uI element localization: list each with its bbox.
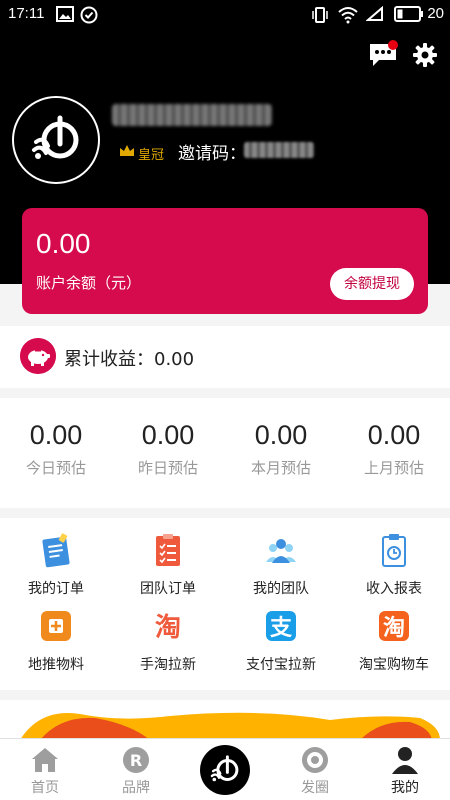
estimate-label: 上月预估 [363, 459, 424, 477]
feature-label: 我的订单 [28, 581, 84, 597]
estimate-label: 今日预估 [25, 459, 86, 477]
app-logo-icon [32, 115, 79, 159]
cumulative-earnings: 累计收益：0.00 [64, 349, 195, 370]
feature-team-orders[interactable]: 团队订单 [112, 528, 224, 606]
estimate-value: 0.00 [254, 420, 308, 450]
profile-icon [392, 747, 418, 774]
taobao-icon: 淘 [155, 613, 181, 643]
estimate-label: 昨日预估 [137, 459, 198, 477]
home-icon [32, 748, 58, 772]
tab-label: 首页 [31, 780, 59, 796]
svg-text:支: 支 [270, 616, 293, 641]
feature-label: 支付宝拉新 [246, 657, 316, 673]
feature-label: 收入报表 [366, 581, 422, 597]
tab-profile[interactable]: 我的 [365, 739, 445, 800]
feature-income-report[interactable]: 收入报表 [338, 528, 450, 606]
feature-grid: 我的订单 团队订单 我的团队 收入报表 地推物料 淘 手淘拉新 支 支付宝拉新 … [0, 518, 450, 690]
team-icon [266, 539, 296, 563]
svg-text:淘: 淘 [155, 613, 181, 643]
promo-banner[interactable] [0, 700, 450, 740]
status-time: 17:11 [8, 5, 45, 22]
balance-amount: 0.00 [36, 228, 91, 259]
wifi-icon [338, 7, 358, 24]
estimate-this-month[interactable]: 0.00 本月预估 [225, 420, 337, 478]
cumulative-earnings-row: 累计收益：0.00 [0, 326, 450, 388]
estimate-last-month[interactable]: 0.00 上月预估 [338, 420, 450, 478]
report-icon [382, 534, 406, 567]
feature-label: 团队订单 [140, 581, 196, 597]
feature-label: 我的团队 [253, 581, 309, 597]
estimate-value: 0.00 [141, 420, 195, 450]
feature-my-team[interactable]: 我的团队 [225, 528, 337, 606]
banner-graphic [20, 712, 440, 740]
app-logo-icon [210, 755, 239, 782]
invite-code-label: 邀请码： [178, 144, 246, 164]
battery-level: 20 [427, 5, 444, 22]
tab-home[interactable]: 首页 [5, 739, 85, 800]
estimate-value: 0.00 [29, 420, 83, 450]
signal-icon [366, 6, 383, 21]
estimate-today[interactable]: 0.00 今日预估 [0, 420, 112, 478]
feature-promo-materials[interactable]: 地推物料 [0, 604, 112, 682]
invite-code-blurred [244, 142, 314, 158]
estimate-value: 0.00 [367, 420, 421, 450]
estimate-yesterday[interactable]: 0.00 昨日预估 [112, 420, 224, 478]
crown-icon [120, 145, 134, 156]
tab-brand[interactable]: R 品牌 [96, 739, 176, 800]
battery-icon [394, 6, 423, 22]
notification-dot [388, 40, 398, 50]
svg-text:R: R [130, 751, 142, 770]
estimates-panel: 0.00 今日预估 0.00 昨日预估 0.00 本月预估 0.00 上月预估 [0, 398, 450, 508]
tab-label: 品牌 [122, 780, 150, 796]
avatar[interactable] [12, 96, 100, 184]
gear-icon[interactable] [412, 42, 438, 68]
moments-icon [302, 747, 328, 773]
cart-icon: 淘 [379, 611, 409, 641]
material-icon [41, 611, 71, 641]
feature-label: 手淘拉新 [140, 657, 196, 673]
feature-label: 地推物料 [28, 657, 84, 673]
balance-label: 账户余额（元） [36, 274, 142, 292]
tab-moments[interactable]: 发圈 [275, 739, 355, 800]
member-level: 皇冠 [138, 148, 165, 163]
balance-card: 0.00 账户余额（元） 余额提现 [22, 208, 428, 314]
feature-label: 淘宝购物车 [359, 657, 429, 673]
estimate-label: 本月预估 [250, 459, 311, 477]
check-circle-icon [80, 6, 98, 24]
feature-taobao-invite[interactable]: 淘 手淘拉新 [112, 604, 224, 682]
order-icon [42, 533, 70, 568]
tab-label: 发圈 [301, 780, 329, 796]
feature-taobao-cart[interactable]: 淘 淘宝购物车 [338, 604, 450, 682]
status-bar: 17:11 20 [0, 0, 450, 28]
withdraw-button[interactable]: 余额提现 [330, 268, 414, 300]
feature-alipay-invite[interactable]: 支 支付宝拉新 [225, 604, 337, 682]
user-phone-blurred [112, 104, 272, 126]
piggy-bank-icon [20, 338, 56, 374]
center-logo-button[interactable] [200, 745, 250, 795]
tab-label: 我的 [391, 780, 419, 796]
feature-my-orders[interactable]: 我的订单 [0, 528, 112, 606]
alipay-icon: 支 [266, 611, 296, 641]
svg-text:淘: 淘 [383, 615, 405, 641]
brand-icon: R [123, 747, 149, 773]
image-notification-icon [56, 6, 74, 22]
team-order-icon [156, 534, 180, 566]
vibrate-icon [312, 7, 328, 23]
bottom-tab-bar: 首页 R 品牌 发圈 我的 [0, 738, 450, 800]
